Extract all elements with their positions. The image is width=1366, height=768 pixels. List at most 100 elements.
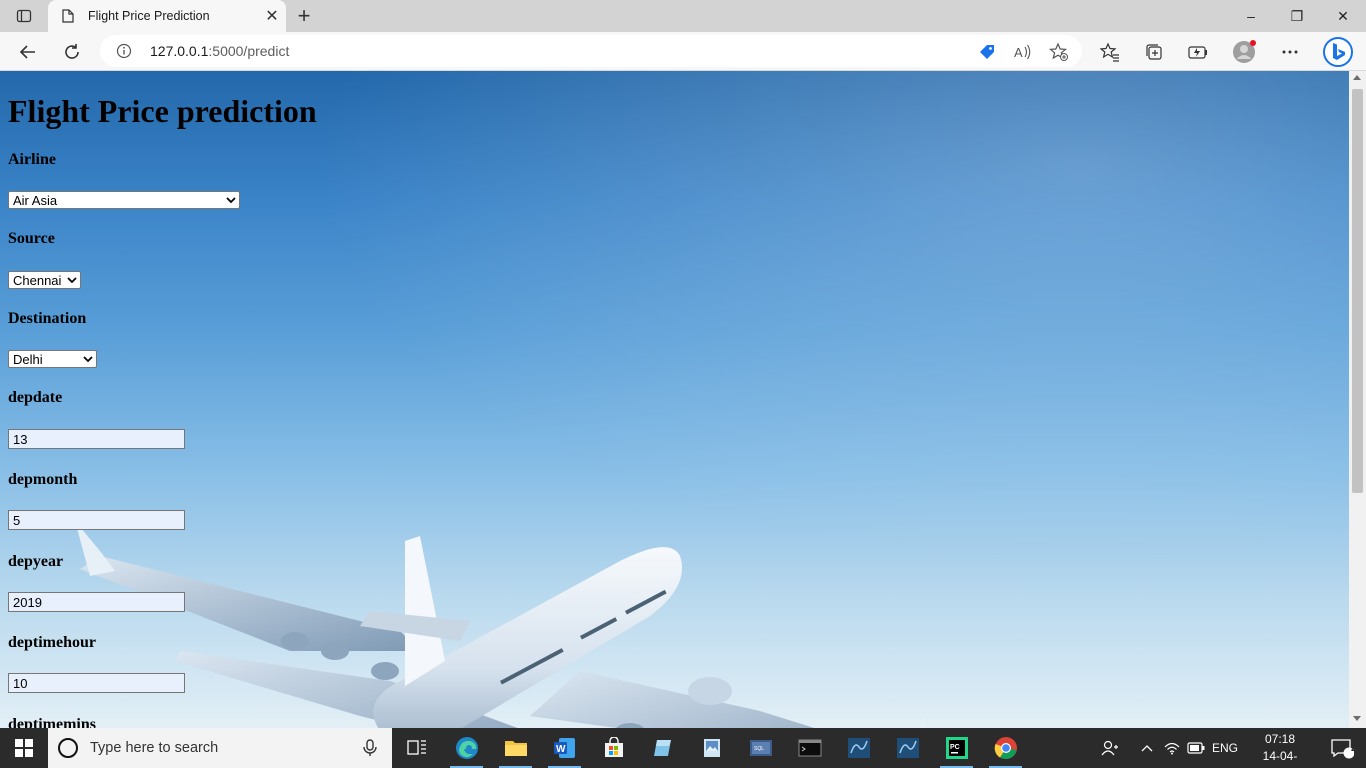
svg-text:A: A: [1014, 45, 1023, 60]
taskbar-mysql-workbench-2[interactable]: [883, 728, 932, 768]
search-icon: [58, 738, 78, 758]
store-icon: [604, 737, 623, 757]
svg-text:PC: PC: [950, 744, 960, 751]
workbench-icon: [847, 738, 870, 758]
taskbar-edge[interactable]: [442, 728, 491, 768]
task-view-button[interactable]: [392, 728, 441, 768]
battery-saver-icon: [1188, 46, 1207, 59]
site-info-icon[interactable]: [116, 43, 132, 59]
taskbar-app-blue[interactable]: [638, 728, 687, 768]
edge-icon: [455, 737, 478, 759]
battery-button[interactable]: [1184, 728, 1208, 768]
close-tab-icon[interactable]: ✕: [258, 2, 286, 30]
pycharm-icon: PC: [945, 737, 968, 759]
address-bar[interactable]: 127.0.0.1:5000/predict A: [100, 35, 1082, 67]
notifications-button[interactable]: 2: [1318, 728, 1366, 768]
shopping-tag-icon[interactable]: [976, 41, 998, 63]
taskbar-sql-app[interactable]: SQL: [736, 728, 785, 768]
chrome-icon: [994, 737, 1017, 760]
language-indicator[interactable]: ENG: [1212, 741, 1238, 755]
minimize-button[interactable]: –: [1228, 0, 1274, 32]
page-title: Flight Price prediction: [8, 93, 317, 129]
depyear-label: depyear: [8, 553, 64, 570]
maximize-button[interactable]: ❐: [1274, 0, 1320, 32]
new-tab-button[interactable]: +: [290, 3, 318, 28]
scrollbar-thumb[interactable]: [1352, 89, 1363, 493]
back-button[interactable]: [12, 36, 44, 68]
chevron-up-icon: [1141, 745, 1153, 752]
notification-count: 2: [1351, 743, 1357, 753]
collections-icon: [1146, 44, 1162, 60]
windows-logo-icon: [15, 739, 33, 757]
folder-icon: [504, 741, 527, 756]
depmonth-input[interactable]: 5: [8, 510, 185, 530]
source-select-value: Chennai: [13, 272, 62, 288]
clock[interactable]: 07:18 14-04-2023: [1252, 731, 1308, 768]
battery-icon: [1187, 742, 1205, 754]
bing-icon: [1323, 37, 1353, 67]
people-button[interactable]: [1090, 728, 1130, 768]
deptimemins-label: deptimemins: [8, 716, 96, 728]
taskbar-chrome[interactable]: [981, 728, 1030, 768]
airline-label: Airline: [8, 151, 56, 168]
taskbar-app-image[interactable]: [687, 728, 736, 768]
page-viewport: Flight Price prediction Airline Air Asia…: [0, 71, 1349, 728]
tab-title: Flight Price Prediction: [88, 9, 210, 23]
network-button[interactable]: [1160, 728, 1184, 768]
favorites-button[interactable]: [1096, 38, 1124, 66]
source-select[interactable]: Chennai: [8, 271, 81, 289]
people-icon: [1101, 740, 1118, 756]
depdate-label: depdate: [8, 389, 63, 406]
close-window-button[interactable]: ✕: [1320, 0, 1366, 32]
tab-actions-button[interactable]: [8, 4, 40, 28]
windows-taskbar: Type here to search W SQL PC ENG 07:18 1…: [0, 728, 1366, 768]
profile-avatar-icon: [1233, 40, 1256, 63]
taskbar-store[interactable]: [589, 728, 638, 768]
back-arrow-icon: [19, 45, 35, 59]
chevron-down-icon: [226, 197, 236, 204]
svg-text:SQL: SQL: [754, 746, 764, 752]
terminal-icon: [798, 739, 821, 757]
taskbar-file-explorer[interactable]: [491, 728, 540, 768]
airline-select-value: Air Asia: [13, 192, 58, 208]
refresh-icon: [65, 44, 79, 59]
microphone-icon[interactable]: [360, 738, 380, 758]
depyear-input[interactable]: 2019: [8, 592, 185, 612]
destination-select[interactable]: Delhi: [8, 350, 97, 368]
start-button[interactable]: [0, 728, 48, 768]
word-icon: W: [553, 738, 575, 758]
add-favorite-icon[interactable]: [1048, 41, 1070, 63]
taskbar-mysql-workbench-1[interactable]: [834, 728, 883, 768]
scroll-up-icon[interactable]: [1353, 75, 1361, 80]
more-dots-icon: [1282, 50, 1298, 54]
taskbar-terminal[interactable]: [785, 728, 834, 768]
read-aloud-icon[interactable]: A: [1012, 41, 1034, 63]
refresh-button[interactable]: [56, 36, 88, 68]
profile-button[interactable]: [1230, 38, 1258, 66]
bing-chat-button[interactable]: [1320, 34, 1356, 70]
deptimehour-label: deptimehour: [8, 634, 96, 651]
workbench-icon: [896, 738, 919, 758]
task-view-icon: [406, 740, 426, 755]
show-hidden-icons-button[interactable]: [1134, 728, 1160, 768]
collections-button[interactable]: [1140, 38, 1168, 66]
browser-tab[interactable]: Flight Price Prediction ✕: [48, 0, 286, 32]
airline-select[interactable]: Air Asia: [8, 191, 240, 209]
taskbar-word[interactable]: W: [540, 728, 589, 768]
taskbar-pycharm[interactable]: PC: [932, 728, 981, 768]
page-icon: [60, 8, 76, 24]
browser-title-bar: Flight Price Prediction ✕ + – ❐ ✕: [0, 0, 1366, 32]
favorites-icon: [1100, 42, 1119, 62]
source-label: Source: [8, 230, 55, 247]
url-path: :5000/predict: [208, 43, 290, 59]
deptimehour-input[interactable]: 10: [8, 673, 185, 693]
taskbar-search[interactable]: Type here to search: [48, 728, 392, 768]
settings-more-button[interactable]: [1276, 38, 1304, 66]
performance-button[interactable]: [1184, 38, 1212, 66]
destination-select-value: Delhi: [13, 351, 43, 367]
page-scrollbar[interactable]: [1349, 71, 1366, 728]
depmonth-label: depmonth: [8, 471, 78, 488]
chevron-down-icon: [67, 277, 77, 284]
depdate-input[interactable]: 13: [8, 429, 185, 449]
scroll-down-icon[interactable]: [1353, 716, 1361, 721]
